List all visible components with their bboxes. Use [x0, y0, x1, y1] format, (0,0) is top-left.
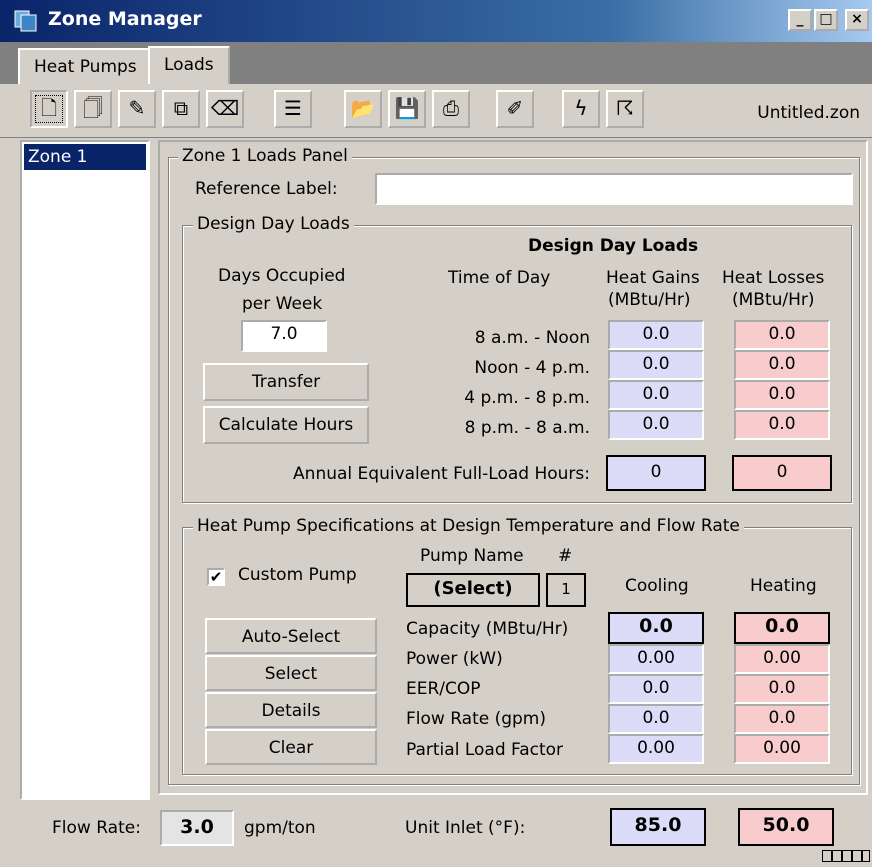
tag-icon[interactable]: ✐ [496, 90, 534, 128]
select-button[interactable]: Select [205, 655, 377, 691]
heat-gain-field[interactable]: 0.0 [608, 350, 704, 380]
annual-hours-gain: 0 [606, 455, 706, 491]
maximize-button[interactable]: □ [814, 9, 838, 31]
save-icon[interactable]: 💾 [388, 90, 426, 128]
reference-input[interactable] [375, 173, 853, 205]
heat-loss-field[interactable]: 0.0 [734, 410, 830, 440]
calc-all-icon[interactable]: ☈ [606, 90, 644, 128]
time-row-label: 8 a.m. - Noon [474, 328, 590, 348]
heat-gain-field[interactable]: 0.0 [608, 410, 704, 440]
heating-capacity-field: 0.0 [734, 612, 830, 644]
minimize-button[interactable]: _ [788, 9, 812, 31]
cooling-capacity-field: 0.0 [608, 612, 704, 644]
heating-power-field[interactable]: 0.00 [734, 644, 830, 674]
time-of-day-header: Time of Day [448, 268, 551, 288]
auto-select-button[interactable]: Auto-Select [205, 618, 377, 654]
panel-title: Zone 1 Loads Panel [178, 146, 352, 166]
details-button[interactable]: Details [205, 692, 377, 728]
select-pump-button[interactable]: (Select) [406, 573, 540, 607]
heat-gains-header: Heat Gains [606, 268, 700, 288]
spec-row-label: Power (kW) [406, 649, 503, 669]
spec-row-label: Capacity (MBtu/Hr) [406, 619, 569, 639]
pump-name-header: Pump Name [420, 546, 524, 566]
heat-losses-unit: (MBtu/Hr) [732, 290, 815, 310]
edit-doc-icon[interactable]: ✎ [118, 90, 156, 128]
tab-loads[interactable]: Loads [148, 46, 230, 86]
transfer-button[interactable]: Transfer [203, 363, 369, 401]
notes-icon[interactable]: ☰ [274, 90, 312, 128]
heating-inlet-input[interactable]: 50.0 [738, 808, 834, 846]
days-occupied-input[interactable]: 7.0 [241, 320, 327, 352]
print-icon[interactable]: ⎙ [432, 90, 470, 128]
time-row-label: 4 p.m. - 8 p.m. [464, 388, 590, 408]
per-week-label: per Week [242, 294, 323, 314]
spec-row-label: Flow Rate (gpm) [406, 709, 547, 729]
cooling-header: Cooling [625, 576, 689, 596]
calculate-hours-button[interactable]: Calculate Hours [203, 406, 369, 444]
cooling-plf-field[interactable]: 0.00 [608, 734, 704, 764]
heat-gain-field[interactable]: 0.0 [608, 320, 704, 350]
heat-losses-header: Heat Losses [722, 268, 825, 288]
duplicate-doc-icon[interactable]: ⧉ [162, 90, 200, 128]
window-title: Zone Manager [48, 8, 202, 30]
cooling-flow-field[interactable]: 0.0 [608, 704, 704, 734]
spec-row-label: EER/COP [406, 679, 481, 699]
file-name: Untitled.zon [757, 103, 860, 123]
heating-flow-field[interactable]: 0.0 [734, 704, 830, 734]
zone-list-item[interactable]: Zone 1 [24, 144, 146, 170]
tab-heat-pumps[interactable]: Heat Pumps [18, 48, 153, 84]
clear-button[interactable]: Clear [205, 729, 377, 765]
annual-hours-loss: 0 [732, 455, 832, 491]
erase-icon[interactable]: ⌫ [206, 90, 244, 128]
cooling-inlet-input[interactable]: 85.0 [610, 808, 706, 846]
design-day-heading: Design Day Loads [528, 236, 699, 256]
flow-rate-input[interactable]: 3.0 [160, 810, 234, 846]
spec-row-label: Partial Load Factor [406, 740, 564, 760]
open-folder-icon[interactable]: 📂 [344, 90, 382, 128]
heat-gains-unit: (MBtu/Hr) [608, 290, 691, 310]
heating-cop-field[interactable]: 0.0 [734, 674, 830, 704]
reference-label: Reference Label: [195, 179, 338, 199]
annual-hours-label: Annual Equivalent Full-Load Hours: [293, 464, 590, 484]
heat-pump-specs-title: Heat Pump Specifications at Design Tempe… [193, 516, 744, 536]
days-occupied-label: Days Occupied [218, 266, 346, 286]
custom-pump-checkbox[interactable]: ✔ [207, 568, 225, 586]
pump-number-header: # [558, 546, 573, 566]
flow-rate-unit: gpm/ton [244, 818, 316, 838]
custom-pump-label: Custom Pump [238, 565, 357, 585]
pump-number-field[interactable]: 1 [546, 573, 586, 607]
heat-gain-field[interactable]: 0.0 [608, 380, 704, 410]
calc-icon[interactable]: ϟ [562, 90, 600, 128]
copy-doc-icon[interactable]: 🗍 [74, 90, 112, 128]
resize-grip-icon[interactable] [822, 850, 870, 862]
app-icon [14, 10, 38, 32]
heat-loss-field[interactable]: 0.0 [734, 380, 830, 410]
cooling-eer-field[interactable]: 0.0 [608, 674, 704, 704]
heat-loss-field[interactable]: 0.0 [734, 350, 830, 380]
time-row-label: 8 p.m. - 8 a.m. [464, 418, 590, 438]
new-doc-icon[interactable]: 🗋 [30, 90, 68, 128]
zone-list[interactable]: Zone 1 [20, 140, 150, 800]
heating-header: Heating [750, 576, 817, 596]
cooling-power-field[interactable]: 0.00 [608, 644, 704, 674]
heating-plf-field[interactable]: 0.00 [734, 734, 830, 764]
design-day-group-title: Design Day Loads [193, 214, 354, 234]
unit-inlet-label: Unit Inlet (°F): [405, 818, 526, 838]
flow-rate-label: Flow Rate: [52, 818, 141, 838]
time-row-label: Noon - 4 p.m. [474, 358, 590, 378]
heat-loss-field[interactable]: 0.0 [734, 320, 830, 350]
close-button[interactable]: × [845, 9, 869, 31]
